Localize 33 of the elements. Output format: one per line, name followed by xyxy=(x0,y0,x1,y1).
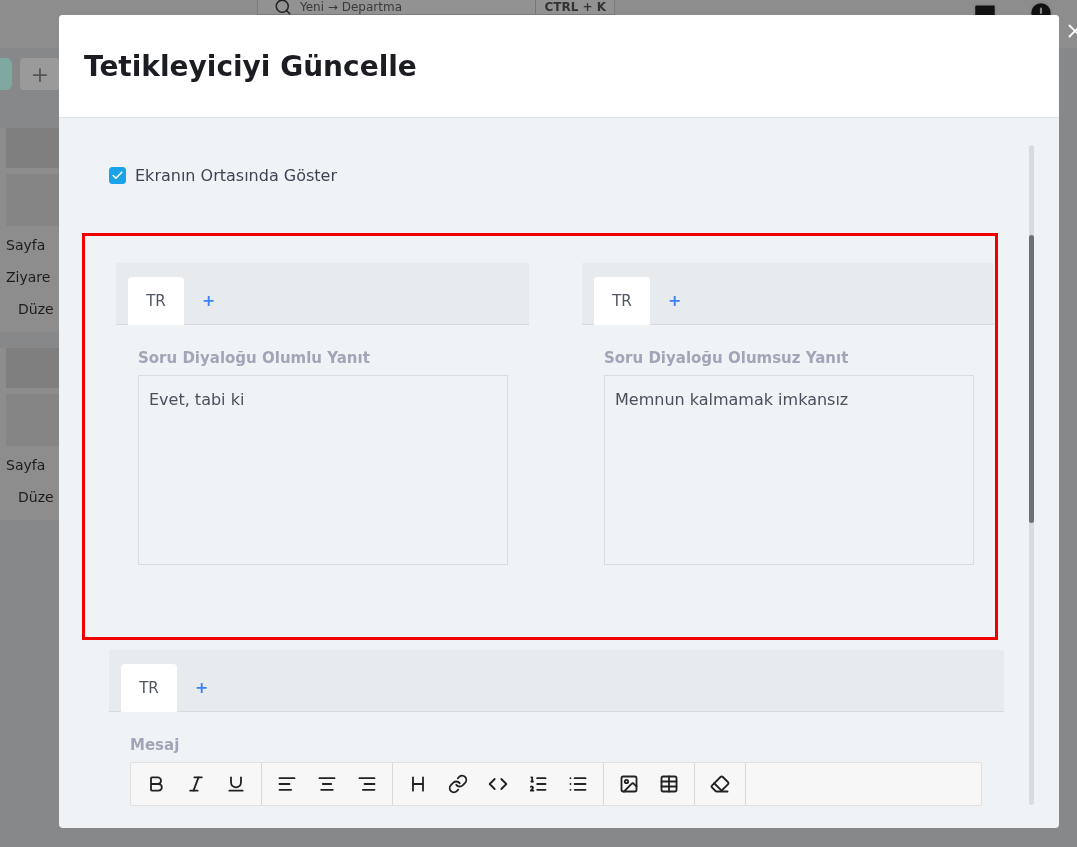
shortcut-hint: CTRL + K xyxy=(535,0,614,14)
language-tab[interactable]: TR xyxy=(594,277,650,325)
search-field[interactable]: Yeni → Departma CTRL + K xyxy=(257,0,615,15)
align-right-icon[interactable] xyxy=(357,774,377,794)
align-center-icon[interactable] xyxy=(317,774,337,794)
language-tab[interactable]: TR xyxy=(121,664,177,712)
card-text: Sayfa xyxy=(6,456,46,475)
link-icon[interactable] xyxy=(448,774,468,794)
italic-icon[interactable] xyxy=(186,774,206,794)
checkbox-label: Ekranın Ortasında Göster xyxy=(135,165,337,185)
card-text: Düze xyxy=(17,300,54,319)
card-text: Ziyare xyxy=(6,268,51,287)
checkbox[interactable] xyxy=(109,166,126,184)
eraser-icon[interactable] xyxy=(710,774,730,794)
field-label: Mesaj xyxy=(130,736,181,754)
scrollbar-thumb[interactable] xyxy=(1029,235,1034,523)
card-text: Düze xyxy=(17,488,54,507)
search-icon xyxy=(274,0,292,16)
bullet-list-icon[interactable] xyxy=(568,774,588,794)
field-label: Soru Diyaloğu Olumsuz Yanıt xyxy=(604,349,850,367)
table-icon[interactable] xyxy=(659,774,679,794)
underline-icon[interactable] xyxy=(226,774,246,794)
field-label: Soru Diyaloğu Olumlu Yanıt xyxy=(138,349,371,367)
answer-field[interactable]: Evet, tabi ki xyxy=(138,375,508,565)
image-icon[interactable] xyxy=(619,774,639,794)
align-left-icon[interactable] xyxy=(277,774,297,794)
check-icon xyxy=(111,168,124,182)
dialog-title: Tetikleyiciyi Güncelle xyxy=(84,49,417,83)
ordered-list-icon[interactable] xyxy=(528,774,548,794)
search-placeholder: Yeni → Departma xyxy=(300,0,403,14)
answer-field[interactable]: Memnun kalmamak imkansız xyxy=(604,375,974,565)
card-text: Sayfa xyxy=(6,236,46,255)
language-tab[interactable]: TR xyxy=(128,277,184,325)
